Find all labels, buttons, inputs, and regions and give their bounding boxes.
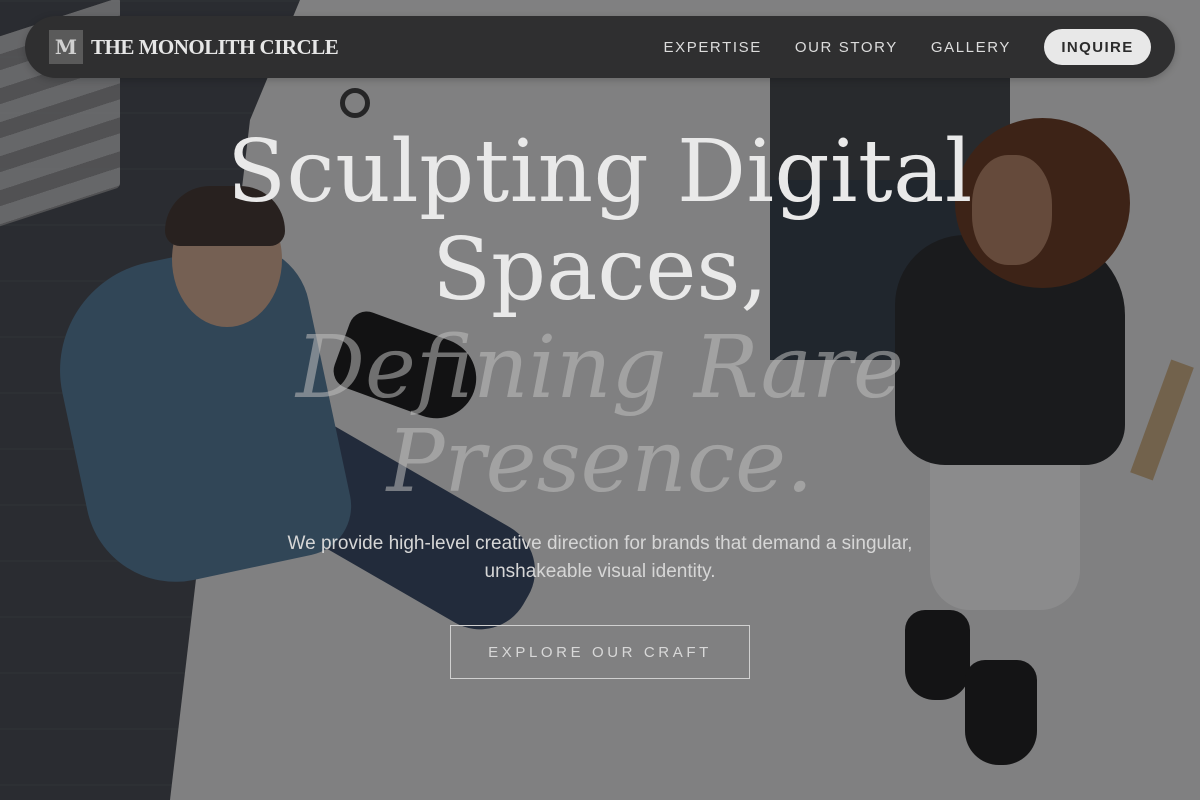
hero-headline-line-2: Spaces, xyxy=(432,220,768,320)
explore-our-craft-button[interactable]: EXPLORE OUR CRAFT xyxy=(450,625,750,679)
hero-subtitle: We provide high-level creative direction… xyxy=(287,533,913,582)
brand-name: THE MONOLITH CIRCLE xyxy=(91,34,339,59)
top-navigation-bar: M THE MONOLITH CIRCLE EXPERTISE OUR STOR… xyxy=(25,16,1175,78)
nav-link-expertise[interactable]: EXPERTISE xyxy=(664,39,762,56)
hero-headline-line-3: Defining Rare xyxy=(296,318,904,418)
monogram-logo-icon: M xyxy=(49,30,83,64)
inquire-button[interactable]: INQUIRE xyxy=(1044,29,1151,65)
nav-link-our-story[interactable]: OUR STORY xyxy=(795,39,898,56)
nav-links: EXPERTISE OUR STORY GALLERY INQUIRE xyxy=(664,29,1151,65)
hero-headline-line-1: Sculpting Digital xyxy=(227,122,973,222)
hero-headline-line-4: Presence. xyxy=(386,412,814,512)
nav-link-gallery[interactable]: GALLERY xyxy=(931,39,1011,56)
brand-logo[interactable]: M THE MONOLITH CIRCLE xyxy=(49,30,339,64)
